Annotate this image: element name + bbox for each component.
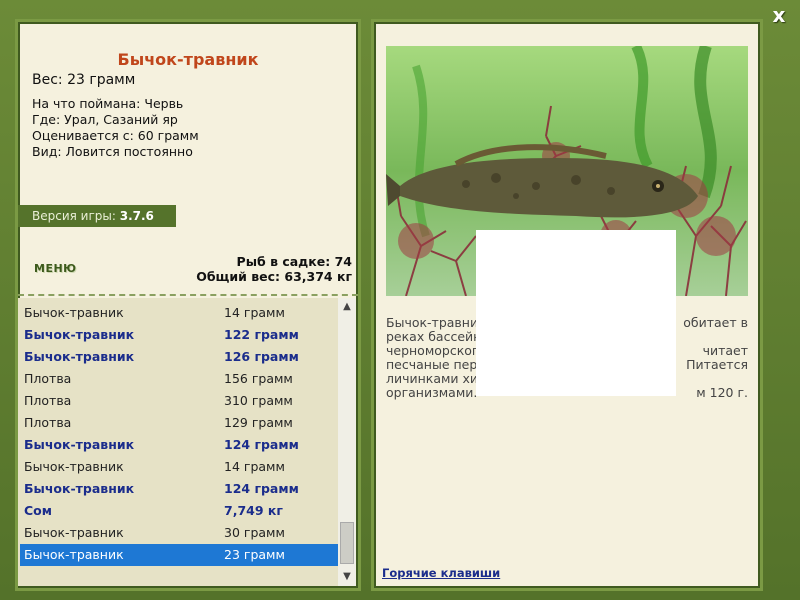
info-type: Вид: Ловится постоянно xyxy=(32,144,193,159)
fish-weight: Вес: 23 грамм xyxy=(32,72,136,88)
version-value: 3.7.6 xyxy=(119,209,154,223)
fish-title: Бычок-травник xyxy=(117,50,259,69)
info-value: Оценивается с: 60 грамм xyxy=(32,128,199,143)
info-location: Где: Урал, Сазаний яр xyxy=(32,112,178,127)
info-bait: На что поймана: Червь xyxy=(32,96,184,111)
divider xyxy=(18,294,358,296)
scroll-up-icon[interactable]: ▲ xyxy=(338,298,356,316)
list-item[interactable]: Бычок-травник 126 грамм xyxy=(20,346,338,368)
blank-overlay xyxy=(476,230,676,396)
list-item[interactable]: Бычок-травник 14 грамм xyxy=(20,456,338,478)
menu-button[interactable]: МЕНЮ xyxy=(34,262,77,275)
catch-stats: Рыб в садке: 74 Общий вес: 63,374 кг xyxy=(196,254,352,284)
total-weight: Общий вес: 63,374 кг xyxy=(196,269,352,284)
fish-info: На что поймана: Червь Где: Урал, Сазаний… xyxy=(32,96,199,160)
list-item[interactable]: Сом 7,749 кг xyxy=(20,500,338,522)
version-bar: Версия игры: 3.7.6 xyxy=(18,205,176,227)
fish-info-panel: Бычок-травник Вес: 23 грамм На что пойма… xyxy=(18,22,358,588)
fish-in-cage: Рыб в садке: 74 xyxy=(236,254,352,269)
scroll-down-icon[interactable]: ▼ xyxy=(338,568,356,586)
list-item[interactable]: Бычок-травник 14 грамм xyxy=(20,302,338,324)
scroll-thumb[interactable] xyxy=(340,522,354,564)
catch-list-scrollbar[interactable]: ▲ ▼ xyxy=(338,298,356,586)
fish-detail-panel: Бычок-травни обитает в реках бассейн черн… xyxy=(374,22,760,588)
list-item[interactable]: Бычок-травник 124 грамм xyxy=(20,478,338,500)
list-item[interactable]: Плотва 310 грамм xyxy=(20,390,338,412)
list-item[interactable]: Бычок-травник 122 грамм xyxy=(20,324,338,346)
list-item[interactable]: Бычок-травник 124 грамм xyxy=(20,434,338,456)
catch-rows: Бычок-травник 14 грамм Бычок-травник 122 г… xyxy=(20,302,338,566)
list-item[interactable]: Бычок-травник 30 грамм xyxy=(20,522,338,544)
hotkeys-link[interactable]: Горячие клавиши xyxy=(382,566,500,580)
list-item[interactable]: Плотва 156 грамм xyxy=(20,368,338,390)
catch-list[interactable]: Бычок-травник 14 грамм Бычок-травник 122 г… xyxy=(18,298,356,586)
version-label: Версия игры: xyxy=(32,209,116,223)
list-item[interactable]: Плотва 129 грамм xyxy=(20,412,338,434)
close-icon[interactable]: x xyxy=(768,4,790,26)
list-item[interactable]: Бычок-травник 23 грамм xyxy=(20,544,338,566)
